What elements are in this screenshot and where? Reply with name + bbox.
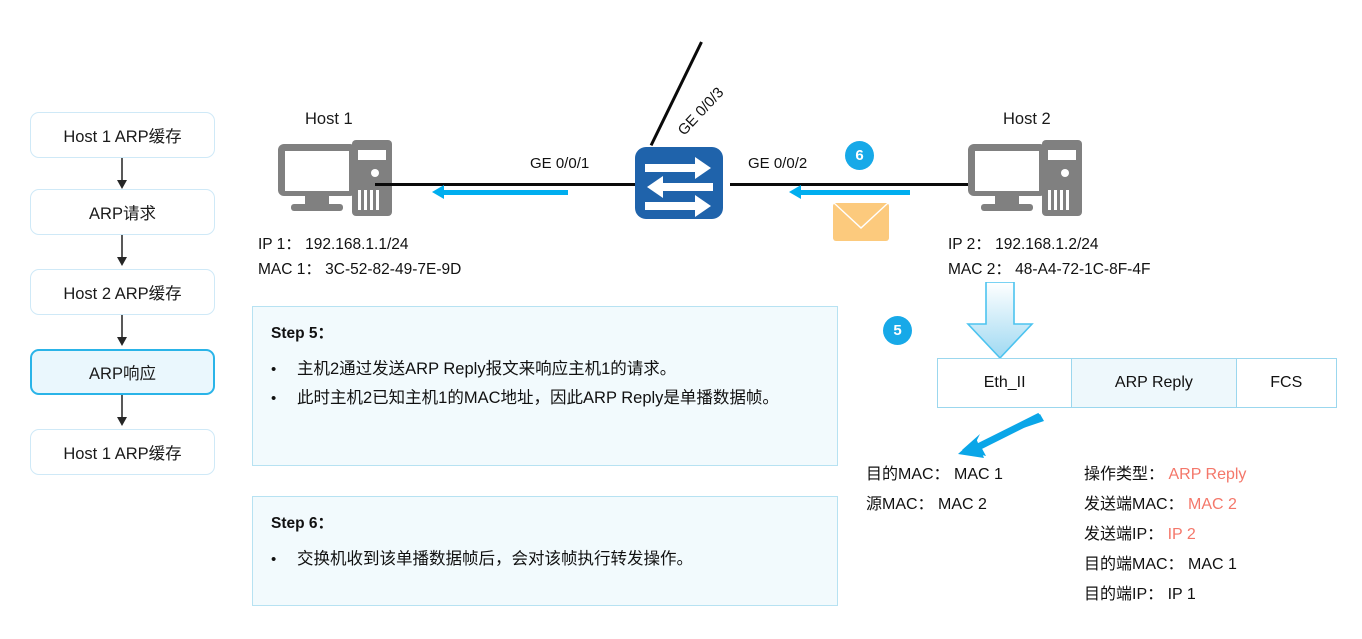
frame-detail-pointer-arrow-icon — [958, 412, 1044, 458]
field-row: 发送端IP： IP 2 — [1084, 520, 1246, 550]
host1-ip: IP 1： 192.168.1.1/24 — [258, 236, 409, 253]
step-5-bullet-1-text: 此时主机2已知主机1的MAC地址，因此ARP Reply是单播数据帧。 — [297, 389, 779, 407]
field-value: MAC 1 — [1188, 556, 1237, 573]
field-value: MAC 2 — [938, 496, 987, 513]
field-label: 目的MAC： — [866, 466, 950, 483]
host2-ip: IP 2： 192.168.1.2/24 — [948, 236, 1099, 253]
interface-label-left: GE 0/0/1 — [530, 155, 590, 172]
step-5-box: Step 5： • 主机2通过发送ARP Reply报文来响应主机1的请求。 •… — [252, 306, 838, 466]
switch-arrows-icon — [645, 157, 713, 217]
arp-payload-fields: 操作类型： ARP Reply 发送端MAC： MAC 2 发送端IP： IP … — [1084, 460, 1246, 610]
field-label: 目的端IP： — [1084, 586, 1164, 603]
field-value: IP 1 — [1167, 586, 1196, 603]
step-6-bullet-0: • 交换机收到该单播数据帧后，会对该帧执行转发操作。 — [271, 545, 837, 574]
flow-item-4[interactable]: Host 1 ARP缓存 — [30, 429, 215, 475]
field-value: MAC 2 — [1188, 496, 1237, 513]
frame-cell-arp-reply: ARP Reply — [1072, 359, 1237, 407]
badge-step-6: 6 — [845, 141, 874, 170]
step-5-bullet-1: • 此时主机2已知主机1的MAC地址，因此ARP Reply是单播数据帧。 — [271, 384, 837, 413]
badge-step-5: 5 — [883, 316, 912, 345]
frame-envelope-icon — [833, 203, 889, 241]
flow-item-label: Host 2 ARP缓存 — [63, 285, 182, 303]
field-label: 操作类型： — [1084, 466, 1165, 483]
flow-item-label: ARP响应 — [89, 365, 156, 383]
flow-arrow-to-host1 — [432, 185, 568, 199]
flow-item-label: ARP请求 — [89, 205, 156, 223]
step-6-bullet-0-text: 交换机收到该单播数据帧后，会对该帧执行转发操作。 — [297, 550, 693, 568]
flow-item-0[interactable]: Host 1 ARP缓存 — [30, 112, 215, 158]
flow-connector-2 — [117, 315, 127, 346]
bullet-icon: • — [271, 361, 277, 378]
field-row: 发送端MAC： MAC 2 — [1084, 490, 1246, 520]
host2-addressing: IP 2： 192.168.1.2/24 MAC 2： 48-A4-72-1C-… — [948, 232, 1150, 282]
host2-mac: MAC 2： 48-A4-72-1C-8F-4F — [948, 261, 1151, 278]
frame-cell-fcs: FCS — [1236, 359, 1336, 407]
field-label: 发送端IP： — [1084, 526, 1164, 543]
interface-label-up: GE 0/0/3 — [674, 84, 728, 139]
host1-addressing: IP 1： 192.168.1.1/24 MAC 1： 3C-52-82-49-… — [258, 232, 461, 282]
frame-down-arrow-icon — [966, 282, 1034, 360]
link-host1-switch — [375, 183, 635, 186]
field-row: 操作类型： ARP Reply — [1084, 460, 1246, 490]
bullet-icon: • — [271, 551, 277, 568]
step-6-title: Step 6： — [271, 515, 334, 532]
field-value: IP 2 — [1167, 526, 1196, 543]
flow-connector-1 — [117, 235, 127, 266]
step-5-bullet-0: • 主机2通过发送ARP Reply报文来响应主机1的请求。 — [271, 355, 837, 384]
step-5-title: Step 5： — [271, 325, 334, 342]
flow-connector-3 — [117, 395, 127, 426]
ethernet-header-fields: 目的MAC： MAC 1 源MAC： MAC 2 — [866, 460, 1003, 520]
step-6-box: Step 6： • 交换机收到该单播数据帧后，会对该帧执行转发操作。 — [252, 496, 838, 606]
field-row: 源MAC： MAC 2 — [866, 490, 1003, 520]
flow-arrow-to-switch — [789, 185, 910, 199]
frame-cell-eth: Eth_II — [938, 359, 1073, 407]
flow-item-2[interactable]: Host 2 ARP缓存 — [30, 269, 215, 315]
step-5-bullet-0-text: 主机2通过发送ARP Reply报文来响应主机1的请求。 — [297, 360, 677, 378]
link-switch-host2 — [730, 183, 975, 186]
host1-title: Host 1 — [305, 110, 353, 128]
field-row: 目的MAC： MAC 1 — [866, 460, 1003, 490]
field-value: MAC 1 — [954, 466, 1003, 483]
interface-label-right: GE 0/0/2 — [748, 155, 808, 172]
flow-item-1[interactable]: ARP请求 — [30, 189, 215, 235]
host1-mac: MAC 1： 3C-52-82-49-7E-9D — [258, 261, 462, 278]
bullet-icon: • — [271, 390, 277, 407]
flow-item-label: Host 1 ARP缓存 — [63, 128, 182, 146]
host2-computer-icon — [968, 140, 1082, 216]
flow-item-label: Host 1 ARP缓存 — [63, 445, 182, 463]
field-value: ARP Reply — [1168, 466, 1247, 483]
host1-computer-icon — [278, 140, 392, 216]
flow-connector-0 — [117, 158, 127, 189]
field-label: 发送端MAC： — [1084, 496, 1184, 513]
host2-title: Host 2 — [1003, 110, 1051, 128]
switch-icon[interactable] — [635, 147, 723, 219]
field-row: 目的端IP： IP 1 — [1084, 580, 1246, 610]
flow-item-3[interactable]: ARP响应 — [30, 349, 215, 395]
frame-structure-table: Eth_II ARP Reply FCS — [937, 358, 1337, 408]
field-label: 目的端MAC： — [1084, 556, 1184, 573]
field-label: 源MAC： — [866, 496, 934, 513]
field-row: 目的端MAC： MAC 1 — [1084, 550, 1246, 580]
